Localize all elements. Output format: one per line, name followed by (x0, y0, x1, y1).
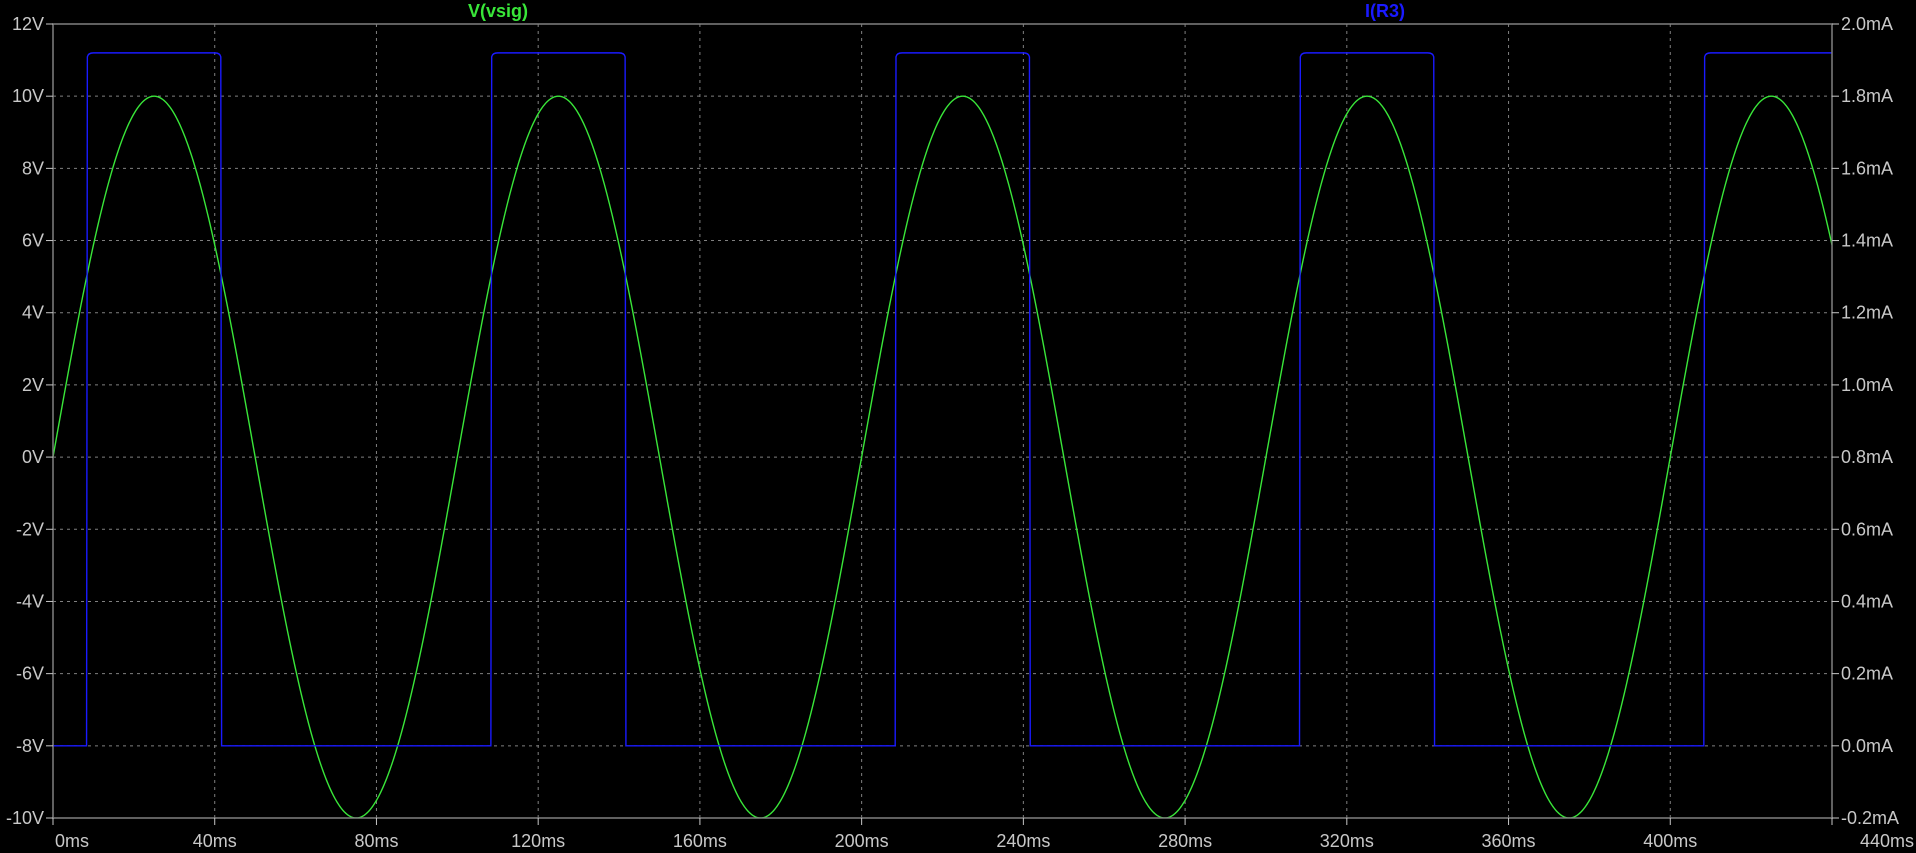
y-left-tick-label: -2V (16, 519, 44, 539)
x-tick-label: 240ms (996, 831, 1050, 851)
x-tick-label: 320ms (1320, 831, 1374, 851)
y-right-tick-label: 0.2mA (1841, 664, 1893, 684)
y-left-tick-label: 4V (22, 303, 44, 323)
waveform-plot[interactable]: -10V -8V -6V -4V -2V 0V 2V 4V 6V 8V 10V 12V -0.2mA 0.… (0, 0, 1916, 853)
y-left-tick-label: -6V (16, 664, 44, 684)
y-left-tick-label: 6V (22, 231, 44, 251)
y-right-tick-label: 0.0mA (1841, 736, 1893, 756)
y-right-tick-label: 0.8mA (1841, 447, 1893, 467)
x-tick-label: 80ms (354, 831, 398, 851)
y-left-tick-label: 10V (12, 86, 44, 106)
y-right-tick-label: 1.4mA (1841, 231, 1893, 251)
y-right-tick-label: 1.6mA (1841, 158, 1893, 178)
x-tick-label: 0ms (55, 831, 89, 851)
x-tick-label: 200ms (835, 831, 889, 851)
x-tick-label: 160ms (673, 831, 727, 851)
x-tick-label: 120ms (511, 831, 565, 851)
trace-title-ir3[interactable]: I(R3) (1365, 1, 1405, 21)
trace-title-vsig[interactable]: V(vsig) (468, 1, 528, 21)
y-left-tick-label: 12V (12, 14, 44, 34)
y-right-tick-label: 1.8mA (1841, 86, 1893, 106)
y-right-tick-label: 1.2mA (1841, 303, 1893, 323)
y-right-tick-label: 2.0mA (1841, 14, 1893, 34)
y-left-tick-label: -8V (16, 736, 44, 756)
plot-background (0, 0, 1916, 853)
y-right-tick-label: 0.6mA (1841, 519, 1893, 539)
y-left-tick-label: 2V (22, 375, 44, 395)
y-left-tick-label: 0V (22, 447, 44, 467)
y-left-tick-label: 8V (22, 158, 44, 178)
y-left-tick-label: -10V (6, 808, 44, 828)
y-right-tick-label: 0.4mA (1841, 591, 1893, 611)
y-right-tick-label: 1.0mA (1841, 375, 1893, 395)
x-tick-label: 400ms (1643, 831, 1697, 851)
x-tick-label: 360ms (1482, 831, 1536, 851)
x-tick-label: 40ms (193, 831, 237, 851)
x-tick-label: 280ms (1158, 831, 1212, 851)
y-left-tick-label: -4V (16, 591, 44, 611)
x-tick-label: 440ms (1860, 831, 1914, 851)
y-right-tick-label: -0.2mA (1841, 808, 1899, 828)
